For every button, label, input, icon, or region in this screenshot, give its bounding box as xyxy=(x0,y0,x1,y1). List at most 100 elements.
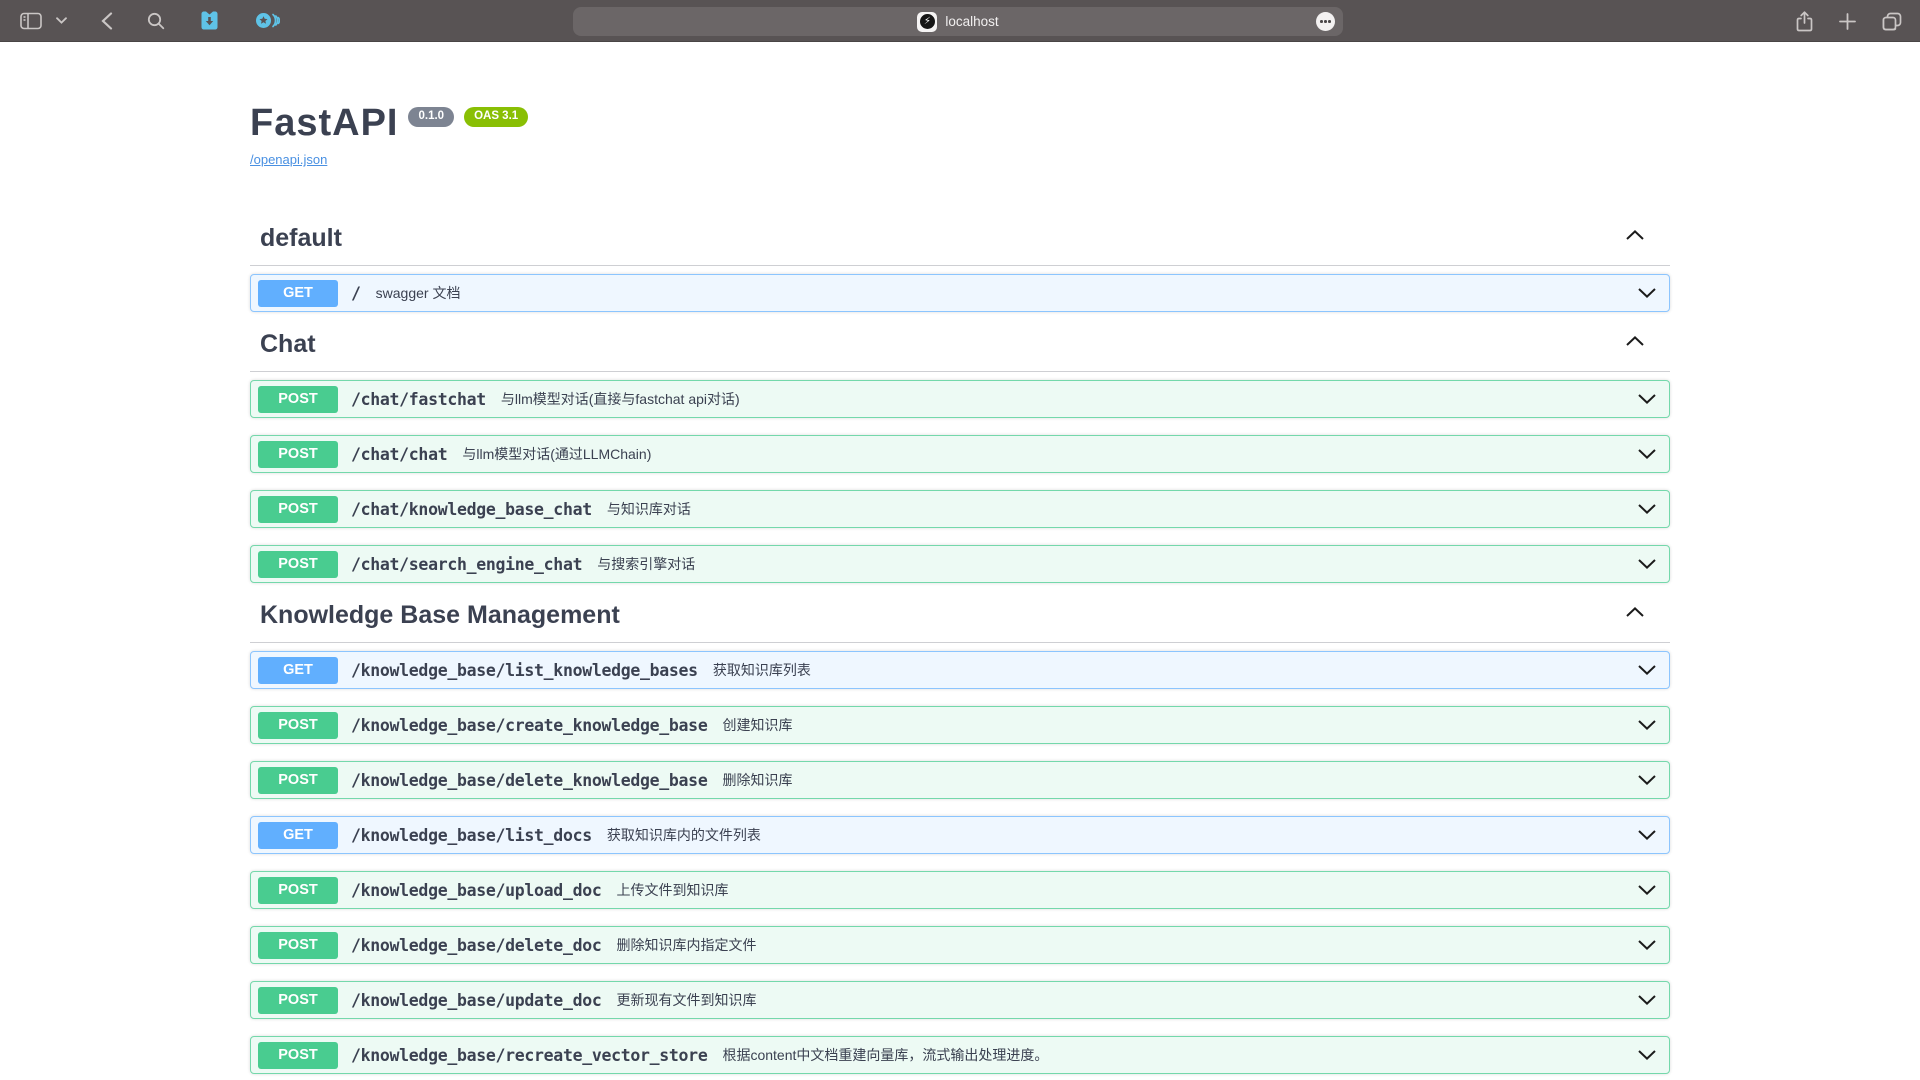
swagger-page: FastAPI 0.1.0 OAS 3.1 /openapi.json defa… xyxy=(0,43,1920,1080)
http-method-badge: GET xyxy=(258,657,338,684)
expand-chevron-down-icon[interactable] xyxy=(1638,449,1656,459)
bookmark-extension-icon[interactable] xyxy=(199,10,220,31)
endpoint-path: /knowledge_base/delete_doc xyxy=(351,936,601,955)
endpoint-description: 更新现有文件到知识库 xyxy=(616,990,756,1010)
endpoint-row[interactable]: POST /knowledge_base/update_doc 更新现有文件到知… xyxy=(250,981,1670,1019)
back-button-icon[interactable] xyxy=(101,12,113,30)
section-header[interactable]: Chat xyxy=(250,329,1670,372)
address-bar[interactable]: ⚡ localhost xyxy=(573,7,1343,36)
endpoint-path: /knowledge_base/create_knowledge_base xyxy=(351,716,707,735)
endpoint-row[interactable]: GET /knowledge_base/list_docs 获取知识库内的文件列… xyxy=(250,816,1670,854)
expand-chevron-down-icon[interactable] xyxy=(1638,940,1656,950)
endpoint-row[interactable]: GET /knowledge_base/list_knowledge_bases… xyxy=(250,651,1670,689)
expand-chevron-down-icon[interactable] xyxy=(1638,1050,1656,1060)
endpoint-row[interactable]: POST /knowledge_base/upload_doc 上传文件到知识库 xyxy=(250,871,1670,909)
http-method-badge: POST xyxy=(258,386,338,413)
api-info-block: FastAPI 0.1.0 OAS 3.1 /openapi.json xyxy=(250,43,1670,169)
endpoint-row[interactable]: POST /knowledge_base/create_knowledge_ba… xyxy=(250,706,1670,744)
broadcast-extension-icon[interactable] xyxy=(254,10,280,31)
http-method-badge: POST xyxy=(258,712,338,739)
expand-chevron-down-icon[interactable] xyxy=(1638,559,1656,569)
expand-chevron-down-icon[interactable] xyxy=(1638,288,1656,298)
openapi-spec-link[interactable]: /openapi.json xyxy=(250,151,327,169)
api-section-knowledge-base-management: Knowledge Base Management GET /knowledge… xyxy=(250,600,1670,1074)
expand-chevron-down-icon[interactable] xyxy=(1638,665,1656,675)
http-method-badge: POST xyxy=(258,441,338,468)
expand-chevron-down-icon[interactable] xyxy=(1638,995,1656,1005)
share-icon[interactable] xyxy=(1796,11,1813,32)
endpoint-description: 与知识库对话 xyxy=(607,499,691,519)
expand-chevron-down-icon[interactable] xyxy=(1638,504,1656,514)
section-title: Chat xyxy=(260,329,316,359)
collapse-chevron-up-icon[interactable] xyxy=(1626,336,1644,346)
endpoint-description: 创建知识库 xyxy=(722,715,792,735)
endpoint-description: 根据content中文档重建向量库，流式输出处理进度。 xyxy=(722,1045,1048,1065)
endpoint-row[interactable]: POST /knowledge_base/recreate_vector_sto… xyxy=(250,1036,1670,1074)
endpoint-path: / xyxy=(351,284,361,303)
page-title: FastAPI 0.1.0 OAS 3.1 xyxy=(250,103,1670,143)
oas-badge: OAS 3.1 xyxy=(464,107,528,127)
api-title-text: FastAPI xyxy=(250,103,398,143)
page-settings-ellipsis-icon[interactable] xyxy=(1316,12,1335,31)
http-method-badge: POST xyxy=(258,1042,338,1069)
http-method-badge: POST xyxy=(258,551,338,578)
collapse-chevron-up-icon[interactable] xyxy=(1626,230,1644,240)
endpoint-description: 与搜索引擎对话 xyxy=(597,554,695,574)
endpoint-description: swagger 文档 xyxy=(376,283,461,303)
section-endpoints: POST /chat/fastchat 与llm模型对话(直接与fastchat… xyxy=(250,372,1670,583)
endpoint-path: /knowledge_base/update_doc xyxy=(351,991,601,1010)
endpoint-path: /knowledge_base/list_knowledge_bases xyxy=(351,661,698,680)
section-endpoints: GET /knowledge_base/list_knowledge_bases… xyxy=(250,643,1670,1074)
endpoint-description: 删除知识库内指定文件 xyxy=(616,935,756,955)
endpoint-path: /chat/search_engine_chat xyxy=(351,555,582,574)
sidebar-toggle-icon[interactable] xyxy=(20,12,42,30)
tab-overview-icon[interactable] xyxy=(1882,12,1902,31)
expand-chevron-down-icon[interactable] xyxy=(1638,885,1656,895)
fastapi-favicon-icon: ⚡ xyxy=(917,12,937,32)
endpoint-description: 获取知识库列表 xyxy=(713,660,811,680)
endpoint-path: /knowledge_base/delete_knowledge_base xyxy=(351,771,707,790)
endpoint-path: /knowledge_base/upload_doc xyxy=(351,881,601,900)
http-method-badge: GET xyxy=(258,822,338,849)
api-section-chat: Chat POST /chat/fastchat 与llm模型对话(直接与fas… xyxy=(250,329,1670,583)
endpoint-path: /knowledge_base/list_docs xyxy=(351,826,592,845)
endpoint-row[interactable]: GET / swagger 文档 xyxy=(250,274,1670,312)
endpoint-row[interactable]: POST /knowledge_base/delete_doc 删除知识库内指定… xyxy=(250,926,1670,964)
address-url: localhost xyxy=(945,14,998,29)
section-header[interactable]: default xyxy=(250,223,1670,266)
endpoint-path: /chat/fastchat xyxy=(351,390,486,409)
search-icon[interactable] xyxy=(147,12,165,30)
endpoint-row[interactable]: POST /chat/search_engine_chat 与搜索引擎对话 xyxy=(250,545,1670,583)
endpoint-row[interactable]: POST /knowledge_base/delete_knowledge_ba… xyxy=(250,761,1670,799)
endpoint-row[interactable]: POST /chat/fastchat 与llm模型对话(直接与fastchat… xyxy=(250,380,1670,418)
new-tab-icon[interactable] xyxy=(1839,13,1856,30)
sidebar-menu-chevron-icon[interactable] xyxy=(56,17,67,24)
endpoint-description: 上传文件到知识库 xyxy=(616,880,728,900)
endpoint-path: /knowledge_base/recreate_vector_store xyxy=(351,1046,707,1065)
endpoint-description: 获取知识库内的文件列表 xyxy=(607,825,761,845)
section-title: Knowledge Base Management xyxy=(260,600,620,630)
expand-chevron-down-icon[interactable] xyxy=(1638,720,1656,730)
version-badge: 0.1.0 xyxy=(408,107,454,127)
section-endpoints: GET / swagger 文档 xyxy=(250,266,1670,312)
endpoint-row[interactable]: POST /chat/chat 与llm模型对话(通过LLMChain) xyxy=(250,435,1670,473)
endpoint-description: 删除知识库 xyxy=(722,770,792,790)
http-method-badge: POST xyxy=(258,987,338,1014)
expand-chevron-down-icon[interactable] xyxy=(1638,830,1656,840)
http-method-badge: POST xyxy=(258,932,338,959)
api-sections: default GET / swagger 文档 Chat xyxy=(250,223,1670,1074)
http-method-badge: GET xyxy=(258,280,338,307)
browser-toolbar: ⚡ localhost xyxy=(0,0,1920,42)
endpoint-path: /chat/knowledge_base_chat xyxy=(351,500,592,519)
section-header[interactable]: Knowledge Base Management xyxy=(250,600,1670,643)
endpoint-row[interactable]: POST /chat/knowledge_base_chat 与知识库对话 xyxy=(250,490,1670,528)
http-method-badge: POST xyxy=(258,877,338,904)
expand-chevron-down-icon[interactable] xyxy=(1638,775,1656,785)
endpoint-description: 与llm模型对话(直接与fastchat api对话) xyxy=(501,389,740,409)
api-section-default: default GET / swagger 文档 xyxy=(250,223,1670,312)
expand-chevron-down-icon[interactable] xyxy=(1638,394,1656,404)
section-title: default xyxy=(260,223,342,253)
http-method-badge: POST xyxy=(258,496,338,523)
collapse-chevron-up-icon[interactable] xyxy=(1626,607,1644,617)
endpoint-path: /chat/chat xyxy=(351,445,447,464)
